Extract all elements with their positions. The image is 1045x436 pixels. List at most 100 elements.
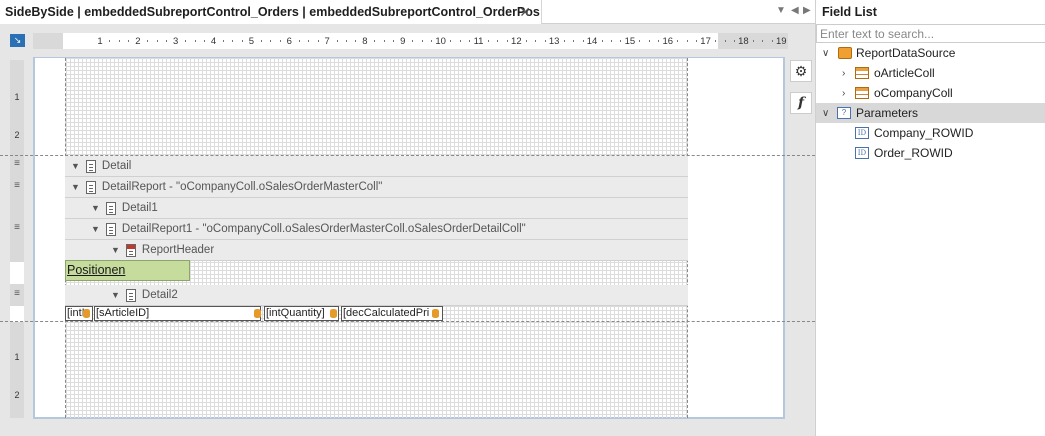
tree-item-o-company-coll[interactable]: › oCompanyColl bbox=[816, 83, 1045, 103]
tree-item-parameters[interactable]: ∨ ? Parameters bbox=[816, 103, 1045, 123]
document-tab[interactable]: SideBySide | embeddedSubreportControl_Or… bbox=[0, 0, 542, 24]
band-detail1[interactable]: ▼ Detail1 bbox=[65, 198, 688, 219]
tree-item-company-rowid[interactable]: ID Company_ROWID bbox=[816, 123, 1045, 143]
vruler-tick: 1 bbox=[14, 92, 20, 102]
hruler-minor-tick bbox=[469, 40, 471, 42]
hruler-tick: 11 bbox=[473, 36, 484, 47]
hruler-minor-tick bbox=[118, 40, 120, 42]
band-icon bbox=[105, 201, 116, 215]
collapse-arrow-icon[interactable]: ▼ bbox=[91, 203, 100, 213]
chevron-right-icon[interactable]: › bbox=[842, 88, 845, 99]
hruler-minor-tick bbox=[298, 40, 300, 42]
tree-item-o-article-coll[interactable]: › oArticleColl bbox=[816, 63, 1045, 83]
hruler-minor-tick bbox=[762, 40, 764, 42]
collapse-arrow-icon[interactable]: ▼ bbox=[111, 245, 120, 255]
positionen-label-control[interactable]: Positionen bbox=[65, 260, 190, 281]
hruler-minor-tick bbox=[279, 40, 281, 42]
hruler-minor-tick bbox=[487, 40, 489, 42]
band-icon bbox=[105, 222, 116, 236]
vruler-tick: 2 bbox=[14, 130, 20, 140]
collapse-arrow-icon[interactable]: ▼ bbox=[71, 182, 80, 192]
hruler-tick: 9 bbox=[400, 36, 406, 47]
hruler-minor-tick bbox=[270, 40, 272, 42]
chevron-down-icon[interactable]: ∨ bbox=[822, 48, 829, 59]
tree-item-label: Parameters bbox=[856, 106, 919, 120]
hruler-minor-tick bbox=[204, 40, 206, 42]
hruler-minor-tick bbox=[346, 40, 348, 42]
hruler-minor-tick bbox=[610, 40, 612, 42]
hruler-minor-tick bbox=[544, 40, 546, 42]
tree-item-report-data-source[interactable]: ∨ ReportDataSource bbox=[816, 43, 1045, 63]
hruler-minor-tick bbox=[686, 40, 688, 42]
band-boundary-line bbox=[0, 155, 815, 156]
band-icon bbox=[85, 180, 96, 194]
function-icon[interactable]: f bbox=[790, 92, 812, 114]
field-control-calculated-price[interactable]: [decCalculatedPri bbox=[341, 306, 443, 321]
hruler-minor-tick bbox=[421, 40, 423, 42]
vertical-ruler: 1 2 ≡ ≡ ≡ ≡ 1 2 bbox=[10, 60, 24, 418]
ruler-corner-icon[interactable]: ↘ bbox=[10, 34, 25, 47]
hruler-minor-tick bbox=[506, 40, 508, 42]
hruler-minor-tick bbox=[393, 40, 395, 42]
hruler-minor-tick bbox=[525, 40, 527, 42]
band-detail[interactable]: ▼ Detail bbox=[65, 156, 688, 177]
collapse-arrow-icon[interactable]: ▼ bbox=[111, 290, 120, 300]
hruler-minor-tick bbox=[450, 40, 452, 42]
datasource-icon bbox=[838, 47, 852, 59]
hruler-minor-tick bbox=[109, 40, 111, 42]
band-detail-report[interactable]: ▼ DetailReport - "oCompanyColl.oSalesOrd… bbox=[65, 177, 688, 198]
document-tab-strip: SideBySide | embeddedSubreportControl_Or… bbox=[0, 0, 815, 24]
tree-item-order-rowid[interactable]: ID Order_ROWID bbox=[816, 143, 1045, 163]
hruler-minor-tick bbox=[639, 40, 641, 42]
hruler-minor-tick bbox=[497, 40, 499, 42]
tab-scroll-right-icon[interactable]: ▶ bbox=[803, 5, 811, 16]
band-icon bbox=[85, 159, 96, 173]
document-tab-title: SideBySide | embeddedSubreportControl_Or… bbox=[5, 5, 540, 19]
hruler-minor-tick bbox=[771, 40, 773, 42]
field-control-quantity[interactable]: [intQuantity] bbox=[264, 306, 339, 321]
field-list-title: Field List bbox=[822, 5, 877, 19]
table-icon bbox=[855, 87, 869, 99]
hruler-minor-tick bbox=[752, 40, 754, 42]
settings-gear-icon[interactable]: ⚙ bbox=[790, 60, 812, 82]
id-parameter-icon: ID bbox=[855, 127, 869, 139]
hruler-minor-tick bbox=[232, 40, 234, 42]
ruler-highlight bbox=[10, 306, 24, 322]
tab-scroll-left-icon[interactable]: ◀ bbox=[791, 5, 799, 16]
close-icon[interactable]: ✕ bbox=[519, 4, 531, 21]
band-report-header[interactable]: ▼ ReportHeader bbox=[65, 240, 688, 261]
band-detail2[interactable]: ▼ Detail2 bbox=[65, 285, 688, 306]
hruler-minor-tick bbox=[355, 40, 357, 42]
hruler-tick: 1 bbox=[97, 36, 103, 47]
hruler-tick: 4 bbox=[210, 36, 217, 47]
parameters-icon: ? bbox=[837, 107, 851, 119]
field-control-article-id[interactable]: [sArticleID] bbox=[94, 306, 261, 321]
vruler-band-marker: ≡ bbox=[14, 288, 20, 299]
hruler-tick: 13 bbox=[548, 36, 560, 47]
horizontal-ruler: 1 2 3 4 5 6 7 8 9 10 11 12 13 14 15 16 17 18 19 bbox=[33, 33, 788, 49]
database-field-icon bbox=[330, 309, 337, 318]
report-design-surface[interactable]: ▼ Detail ▼ DetailReport - "oCompanyColl.… bbox=[33, 57, 785, 419]
tab-dropdown-icon[interactable]: ▼ bbox=[776, 5, 786, 16]
report-header-icon bbox=[125, 243, 136, 257]
band-label: Detail bbox=[101, 160, 132, 172]
hruler-tick: 17 bbox=[700, 36, 711, 47]
collapse-arrow-icon[interactable]: ▼ bbox=[91, 224, 100, 234]
hruler-minor-tick bbox=[677, 40, 679, 42]
hruler-minor-tick bbox=[733, 40, 735, 42]
hruler-minor-tick bbox=[563, 40, 565, 42]
field-search-input[interactable] bbox=[816, 24, 1045, 43]
hruler-tick: 10 bbox=[435, 36, 446, 47]
chevron-right-icon[interactable]: › bbox=[842, 68, 845, 79]
chevron-down-icon[interactable]: ∨ bbox=[822, 108, 829, 119]
band-detail-report1[interactable]: ▼ DetailReport1 - "oCompanyColl.oSalesOr… bbox=[65, 219, 688, 240]
database-field-icon bbox=[254, 309, 261, 318]
hruler-tick: 15 bbox=[624, 36, 636, 47]
tree-item-label: oArticleColl bbox=[874, 66, 935, 80]
hruler-minor-tick bbox=[383, 40, 385, 42]
hruler-minor-tick bbox=[336, 40, 338, 42]
hruler-tick: 5 bbox=[248, 36, 255, 47]
collapse-arrow-icon[interactable]: ▼ bbox=[71, 161, 80, 171]
hruler-minor-tick bbox=[260, 40, 262, 42]
hruler-minor-tick bbox=[431, 40, 433, 42]
